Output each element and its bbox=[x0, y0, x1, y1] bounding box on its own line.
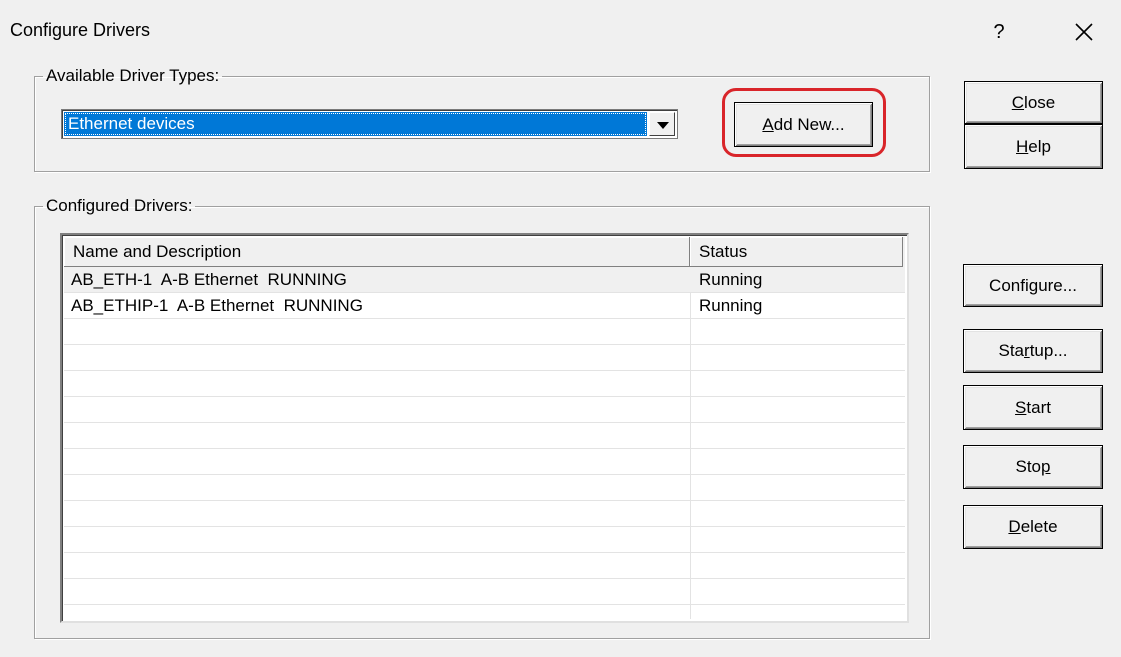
startup-button-post: tup... bbox=[1029, 341, 1068, 360]
close-button-accel: C bbox=[1011, 92, 1025, 112]
delete-button-post: elete bbox=[1020, 517, 1058, 536]
driver-status-cell: Running bbox=[699, 270, 763, 289]
table-row[interactable]: AB_ETHIP-1 A-B Ethernet RUNNING Running bbox=[64, 293, 905, 319]
startup-button[interactable]: Startup... bbox=[963, 329, 1103, 373]
empty-row bbox=[64, 579, 905, 605]
configure-button[interactable]: Configure... bbox=[963, 264, 1103, 307]
help-button-accel: H bbox=[1016, 136, 1029, 156]
empty-row bbox=[64, 475, 905, 501]
add-new-button[interactable]: Add New... bbox=[734, 102, 873, 147]
empty-row bbox=[64, 449, 905, 475]
driver-name-cell: AB_ETH-1 A-B Ethernet RUNNING bbox=[71, 270, 347, 289]
close-button[interactable]: Close bbox=[964, 81, 1103, 124]
help-button-post: elp bbox=[1028, 136, 1051, 156]
start-button-accel: S bbox=[1015, 397, 1027, 417]
available-driver-types-label: Available Driver Types: bbox=[46, 66, 220, 85]
start-button[interactable]: Start bbox=[963, 385, 1103, 430]
configured-drivers-list[interactable]: Name and Description Status AB_ETH-1 A-B… bbox=[60, 233, 909, 623]
context-help-button[interactable]: ? bbox=[984, 14, 1014, 50]
empty-row bbox=[64, 345, 905, 371]
title-bar[interactable]: Configure Drivers ? bbox=[0, 0, 1121, 62]
driver-status-cell: Running bbox=[699, 296, 763, 315]
stop-button-accel: p bbox=[1041, 457, 1051, 476]
column-header-status[interactable]: Status bbox=[690, 237, 903, 267]
list-header: Name and Description Status bbox=[64, 237, 905, 267]
empty-row bbox=[64, 319, 905, 345]
empty-row bbox=[64, 527, 905, 553]
list-body[interactable]: AB_ETH-1 A-B Ethernet RUNNING Running AB… bbox=[64, 267, 905, 619]
driver-type-selected-value: Ethernet devices bbox=[64, 112, 647, 136]
empty-row bbox=[64, 501, 905, 527]
empty-row bbox=[64, 553, 905, 579]
column-header-name[interactable]: Name and Description bbox=[64, 237, 690, 267]
empty-row bbox=[64, 371, 905, 397]
configure-button-pre: Configure... bbox=[989, 275, 1077, 295]
driver-type-dropdown[interactable]: Ethernet devices bbox=[61, 109, 678, 139]
driver-name-cell: AB_ETHIP-1 A-B Ethernet RUNNING bbox=[71, 296, 363, 315]
close-button-post: lose bbox=[1024, 92, 1056, 112]
help-button[interactable]: Help bbox=[964, 124, 1103, 169]
add-new-accel: A bbox=[762, 114, 774, 134]
startup-button-pre: Sta bbox=[998, 341, 1025, 360]
close-icon[interactable] bbox=[1064, 12, 1104, 52]
configured-drivers-label: Configured Drivers: bbox=[46, 196, 193, 215]
stop-button[interactable]: Stop bbox=[963, 445, 1103, 489]
chevron-down-icon[interactable] bbox=[649, 112, 675, 136]
stop-button-pre: Sto bbox=[1015, 457, 1042, 476]
add-new-label: dd New... bbox=[773, 114, 845, 134]
table-row[interactable]: AB_ETH-1 A-B Ethernet RUNNING Running bbox=[64, 267, 905, 293]
empty-row bbox=[64, 423, 905, 449]
delete-button[interactable]: Delete bbox=[963, 505, 1103, 549]
delete-button-accel: D bbox=[1008, 517, 1021, 536]
start-button-post: tart bbox=[1026, 397, 1051, 417]
empty-row bbox=[64, 397, 905, 423]
window-title: Configure Drivers bbox=[10, 20, 151, 40]
